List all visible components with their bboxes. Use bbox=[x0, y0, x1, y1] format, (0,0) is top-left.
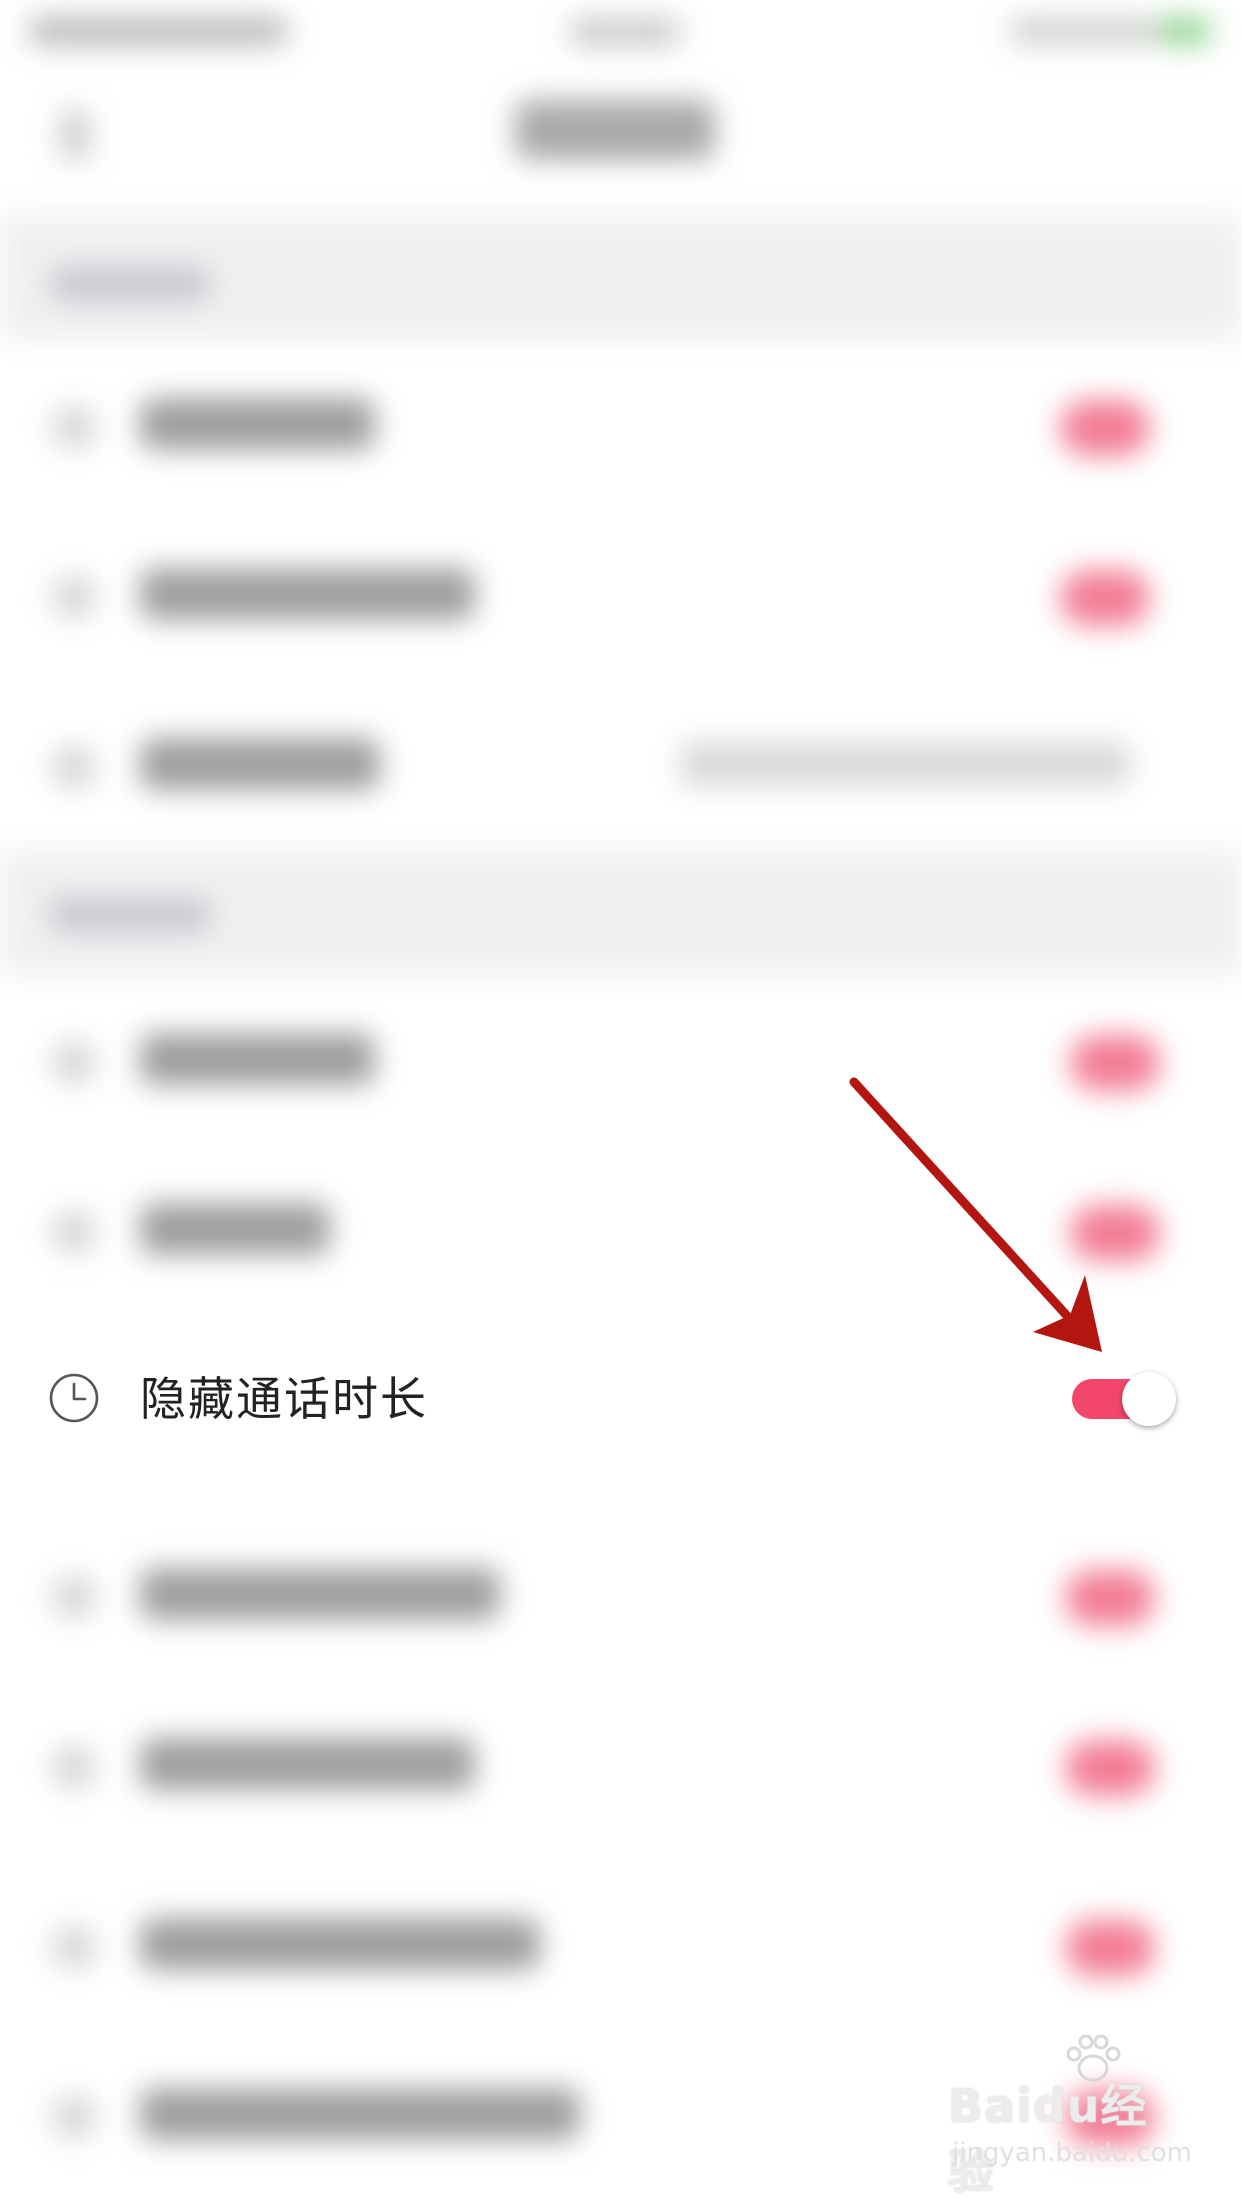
row-1-toggle[interactable] bbox=[1060, 400, 1150, 456]
row-3-label bbox=[140, 738, 380, 790]
settings-row-9[interactable] bbox=[0, 1860, 1242, 2030]
status-bar-carrier bbox=[28, 16, 288, 46]
row-1-label bbox=[140, 398, 375, 450]
row-8-icon bbox=[52, 1745, 96, 1789]
row-7-toggle[interactable] bbox=[1065, 1570, 1155, 1626]
row-8-label bbox=[140, 1738, 475, 1790]
watermark-sub: jingyan.baidu.com bbox=[952, 2138, 1192, 2168]
section-label-2 bbox=[50, 898, 210, 932]
back-icon[interactable] bbox=[60, 110, 90, 160]
red-arrow-annotation bbox=[849, 1077, 1102, 1352]
row-3-icon bbox=[52, 745, 96, 789]
settings-row-3[interactable] bbox=[0, 680, 1242, 850]
row-9-label bbox=[140, 1918, 540, 1970]
settings-row-1[interactable] bbox=[0, 340, 1242, 510]
toggle-knob bbox=[1122, 1372, 1176, 1426]
settings-row-8[interactable] bbox=[0, 1680, 1242, 1850]
row-3-value bbox=[680, 742, 1130, 786]
status-bar-time bbox=[570, 18, 680, 46]
settings-row-7[interactable] bbox=[0, 1510, 1242, 1680]
clock-icon bbox=[49, 1373, 99, 1423]
settings-row-2[interactable] bbox=[0, 510, 1242, 680]
row-10-label bbox=[140, 2088, 580, 2140]
row-2-icon bbox=[52, 575, 96, 619]
row-9-icon bbox=[52, 1925, 96, 1969]
baidu-watermark: Baidu经验 jingyan.baidu.com bbox=[948, 2034, 1192, 2199]
status-bar bbox=[0, 0, 1242, 70]
row-4-label bbox=[140, 1033, 375, 1085]
status-bar-indicators bbox=[1010, 18, 1160, 44]
page-title bbox=[515, 100, 715, 160]
row-2-toggle[interactable] bbox=[1060, 570, 1150, 626]
row-5-label bbox=[140, 1203, 330, 1255]
row-9-toggle[interactable] bbox=[1065, 1920, 1155, 1976]
battery-icon bbox=[1160, 18, 1210, 44]
row-10-icon bbox=[52, 2095, 96, 2139]
row-7-label bbox=[140, 1568, 500, 1620]
hide-call-duration-label: 隐藏通话时长 bbox=[140, 1372, 428, 1426]
section-header-2 bbox=[0, 850, 1242, 975]
hide-call-duration-toggle[interactable] bbox=[1072, 1369, 1180, 1429]
row-8-toggle[interactable] bbox=[1065, 1740, 1155, 1796]
row-7-icon bbox=[52, 1575, 96, 1619]
row-2-label bbox=[140, 568, 475, 620]
row-5-icon bbox=[52, 1210, 96, 1254]
watermark-main: Baidu经验 bbox=[948, 2079, 1148, 2199]
section-header-1 bbox=[0, 215, 1242, 340]
section-label-1 bbox=[50, 267, 210, 301]
row-1-icon bbox=[52, 405, 96, 449]
nav-bar bbox=[0, 70, 1242, 220]
settings-screen: 隐藏通话时长 Baidu经验 jingyan.baidu.com bbox=[0, 0, 1242, 2208]
row-4-icon bbox=[52, 1040, 96, 1084]
